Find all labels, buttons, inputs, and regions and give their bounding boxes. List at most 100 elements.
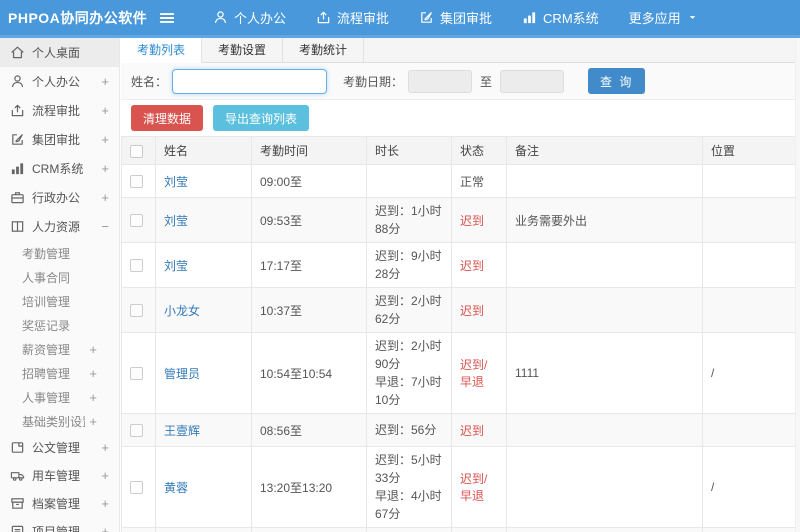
sidebar-item-doc[interactable]: 公文管理 + [0,433,119,461]
location-cell: / [702,446,795,528]
clean-data-button[interactable]: 清理数据 [131,105,204,131]
row-checkbox[interactable] [130,175,143,189]
status-cell: 迟到/早退 [451,446,507,528]
sidebar-item-home[interactable]: 个人桌面 [0,38,119,67]
nav-item-more[interactable]: 更多应用 [614,0,713,35]
expand-toggle-icon: + [101,190,109,205]
to-label: 至 [480,74,493,89]
location-cell [702,527,795,532]
date-label: 考勤日期： [343,74,404,89]
sidebar-item-sub-6[interactable]: 人事管理 + [0,385,119,409]
sidebar-item-user[interactable]: 个人办公 + [0,67,119,96]
employee-name-link[interactable]: 管理员 [164,367,200,381]
hamburger-menu-icon[interactable] [158,9,176,27]
edit-icon [10,132,25,147]
status-cell: 迟到 [451,242,507,288]
sidebar-hr-sublist: 考勤管理 人事合同 培训管理 奖惩记录 薪资管理 + 招聘管理 + 人事管理 +… [0,241,119,433]
duration-cell: 迟到：1小时88分 [366,197,452,243]
sidebar-item-sub-3[interactable]: 奖惩记录 [0,313,119,337]
note-cell [506,413,703,447]
sidebar-item-archive[interactable]: 档案管理 + [0,489,119,517]
sidebar-item-edit[interactable]: 集团审批 + [0,125,119,154]
expand-toggle-icon: + [89,341,97,357]
topbar-nav: 个人办公 流程审批 集团审批 CRM系统 更多应用 [198,0,713,35]
sidebar-item-sub-2[interactable]: 培训管理 [0,289,119,313]
sidebar-item-briefcase[interactable]: 行政办公 + [0,183,119,212]
note-cell [506,446,703,528]
attendance-time-cell: 08:56至 [251,413,367,447]
duration-cell: 迟到：56分 [366,413,452,447]
scrollbar-track[interactable] [795,38,800,532]
expand-toggle-icon: + [101,132,109,147]
duration-cell: 迟到：2小时62分 [366,287,452,333]
note-cell [506,287,703,333]
sidebar-item-car[interactable]: 用车管理 + [0,461,119,489]
expand-toggle-icon: − [101,219,109,234]
row-checkbox[interactable] [130,481,143,495]
status-cell: 迟到 [451,197,507,243]
share-icon [10,103,25,118]
nav-item-share[interactable]: 流程审批 [301,0,404,35]
row-checkbox[interactable] [130,424,143,438]
sidebar-item-sub-1[interactable]: 人事合同 [0,265,119,289]
duration-cell: 迟到：2小时03分 [366,527,452,532]
employee-name-link[interactable]: 黄蓉 [164,481,188,495]
row-checkbox[interactable] [130,304,143,318]
location-cell [702,413,795,447]
user-icon [10,74,25,89]
sidebar-main-list: 个人桌面 个人办公 + 流程审批 + 集团审批 + CRM系统 + 行政办公 +… [0,38,119,241]
table-header-row: 姓名 考勤时间 时长 状态 备注 位置 [121,136,795,165]
export-list-button[interactable]: 导出查询列表 [213,105,310,131]
sidebar-item-sub-7[interactable]: 基础类别设置 + [0,409,119,433]
app-logo[interactable]: PHPOA协同办公软件 [0,8,158,28]
name-input[interactable] [172,68,328,94]
header-name: 姓名 [155,136,252,165]
employee-name-link[interactable]: 刘莹 [164,259,188,273]
row-checkbox[interactable] [130,259,143,273]
sidebar-item-book[interactable]: 人力资源 − [0,212,119,241]
nav-item-chart[interactable]: CRM系统 [507,0,614,35]
list-icon [10,524,25,532]
employee-name-link[interactable]: 王壹辉 [164,424,200,438]
nav-item-edit[interactable]: 集团审批 [404,0,507,35]
employee-name-link[interactable]: 小龙女 [164,304,200,318]
attendance-time-cell: 10:02至 [251,527,367,532]
sidebar-item-sub-4[interactable]: 薪资管理 + [0,337,119,361]
sidebar-item-chart[interactable]: CRM系统 + [0,154,119,183]
status-cell: 迟到 [451,413,507,447]
location-cell [702,164,795,198]
search-form: 姓名： 考勤日期： 至 查 询 [121,63,800,100]
sidebar-item-share[interactable]: 流程审批 + [0,96,119,125]
nav-item-user[interactable]: 个人办公 [198,0,301,35]
employee-name-link[interactable]: 刘莹 [164,214,188,228]
duration-cell: 迟到：5小时33分 早退：4小时67分 [366,446,452,528]
note-cell [506,164,703,198]
query-button[interactable]: 查 询 [588,68,646,94]
tab-attendance-list[interactable]: 考勤列表 [121,38,203,63]
table-row: 管理员 10:54至10:54 迟到：2小时90分 早退：7小时10分 迟到/早… [121,332,795,414]
sidebar-item-sub-5[interactable]: 招聘管理 + [0,361,119,385]
chart-icon [522,10,537,25]
date-to-input[interactable] [500,69,565,93]
sidebar-item-list[interactable]: 项目管理 + [0,517,119,532]
employee-name-link[interactable]: 刘莹 [164,175,188,189]
duration-cell [366,164,452,198]
sidebar-item-sub-0[interactable]: 考勤管理 [0,241,119,265]
expand-toggle-icon: + [101,495,109,511]
header-status: 状态 [451,136,507,165]
tab-attendance-stats[interactable]: 考勤统计 [283,38,365,62]
date-from-input[interactable] [408,69,473,93]
table-row: 王壹辉 10:02至 迟到：2小时03分 迟到 [121,527,795,532]
select-all-checkbox[interactable] [130,144,143,158]
expand-toggle-icon: + [89,413,97,429]
caret-down-icon [687,12,698,23]
attendance-time-cell: 13:20至13:20 [251,446,367,528]
tab-attendance-settings[interactable]: 考勤设置 [202,38,284,62]
location-cell [702,287,795,333]
location-cell [702,242,795,288]
topbar: PHPOA协同办公软件 个人办公 流程审批 集团审批 CRM系统 更多应用 [0,0,800,35]
expand-toggle-icon: + [89,365,97,381]
row-checkbox[interactable] [130,367,143,381]
row-checkbox[interactable] [130,214,143,228]
attendance-table: 姓名 考勤时间 时长 状态 备注 位置 刘莹 09:00至 正常 刘莹 09:5… [121,136,795,532]
